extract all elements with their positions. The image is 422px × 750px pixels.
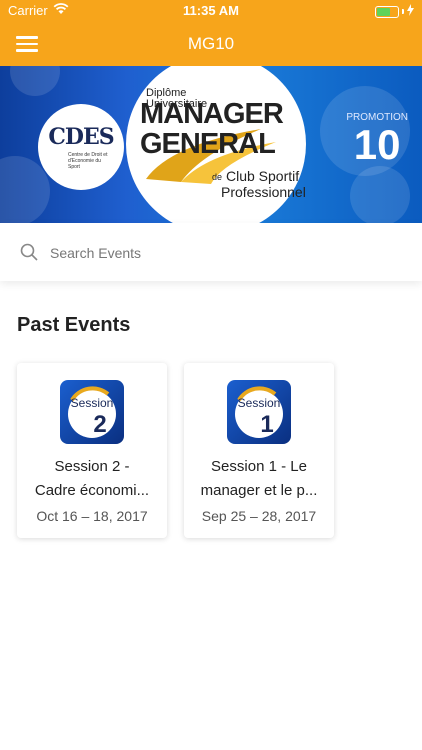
- session-2-icon: Session 2: [60, 380, 124, 444]
- section-title: Past Events: [17, 314, 131, 336]
- diploma-logo: Diplôme Universitaire MANAGER GENERAL de …: [126, 66, 306, 223]
- event-card[interactable]: Session 1 Session 1 - Le manager et le p…: [184, 363, 334, 538]
- promotion-badge: PROMOTION 10: [346, 112, 408, 168]
- event-date: Oct 16 – 18, 2017: [36, 508, 148, 524]
- event-card[interactable]: Session 2 Session 2 - Cadre économi... O…: [17, 363, 167, 538]
- svg-text:Session: Session: [71, 396, 114, 410]
- svg-text:1: 1: [260, 411, 273, 438]
- cdes-logo: CDES Centre de Droit et d'Economie du Sp…: [38, 104, 124, 190]
- svg-text:Session: Session: [238, 396, 281, 410]
- page-title: MG10: [187, 34, 235, 53]
- search-bar: [0, 223, 422, 281]
- search-icon: [20, 243, 38, 261]
- session-1-icon: Session 1: [227, 380, 291, 444]
- battery-icon: [375, 5, 399, 18]
- promo-banner: CDES Centre de Droit et d'Economie du Sp…: [0, 66, 422, 223]
- charging-icon: [407, 4, 414, 19]
- status-bar: Carrier 11:35 AM: [0, 0, 422, 22]
- nav-bar: MG10: [0, 22, 422, 66]
- svg-text:2: 2: [93, 411, 106, 438]
- event-title: Session 1 - Le manager et le p...: [200, 458, 318, 499]
- status-time: 11:35 AM: [183, 3, 239, 18]
- event-title: Session 2 - Cadre économi...: [34, 458, 150, 499]
- event-date: Sep 25 – 28, 2017: [201, 508, 317, 524]
- search-input[interactable]: [48, 239, 392, 267]
